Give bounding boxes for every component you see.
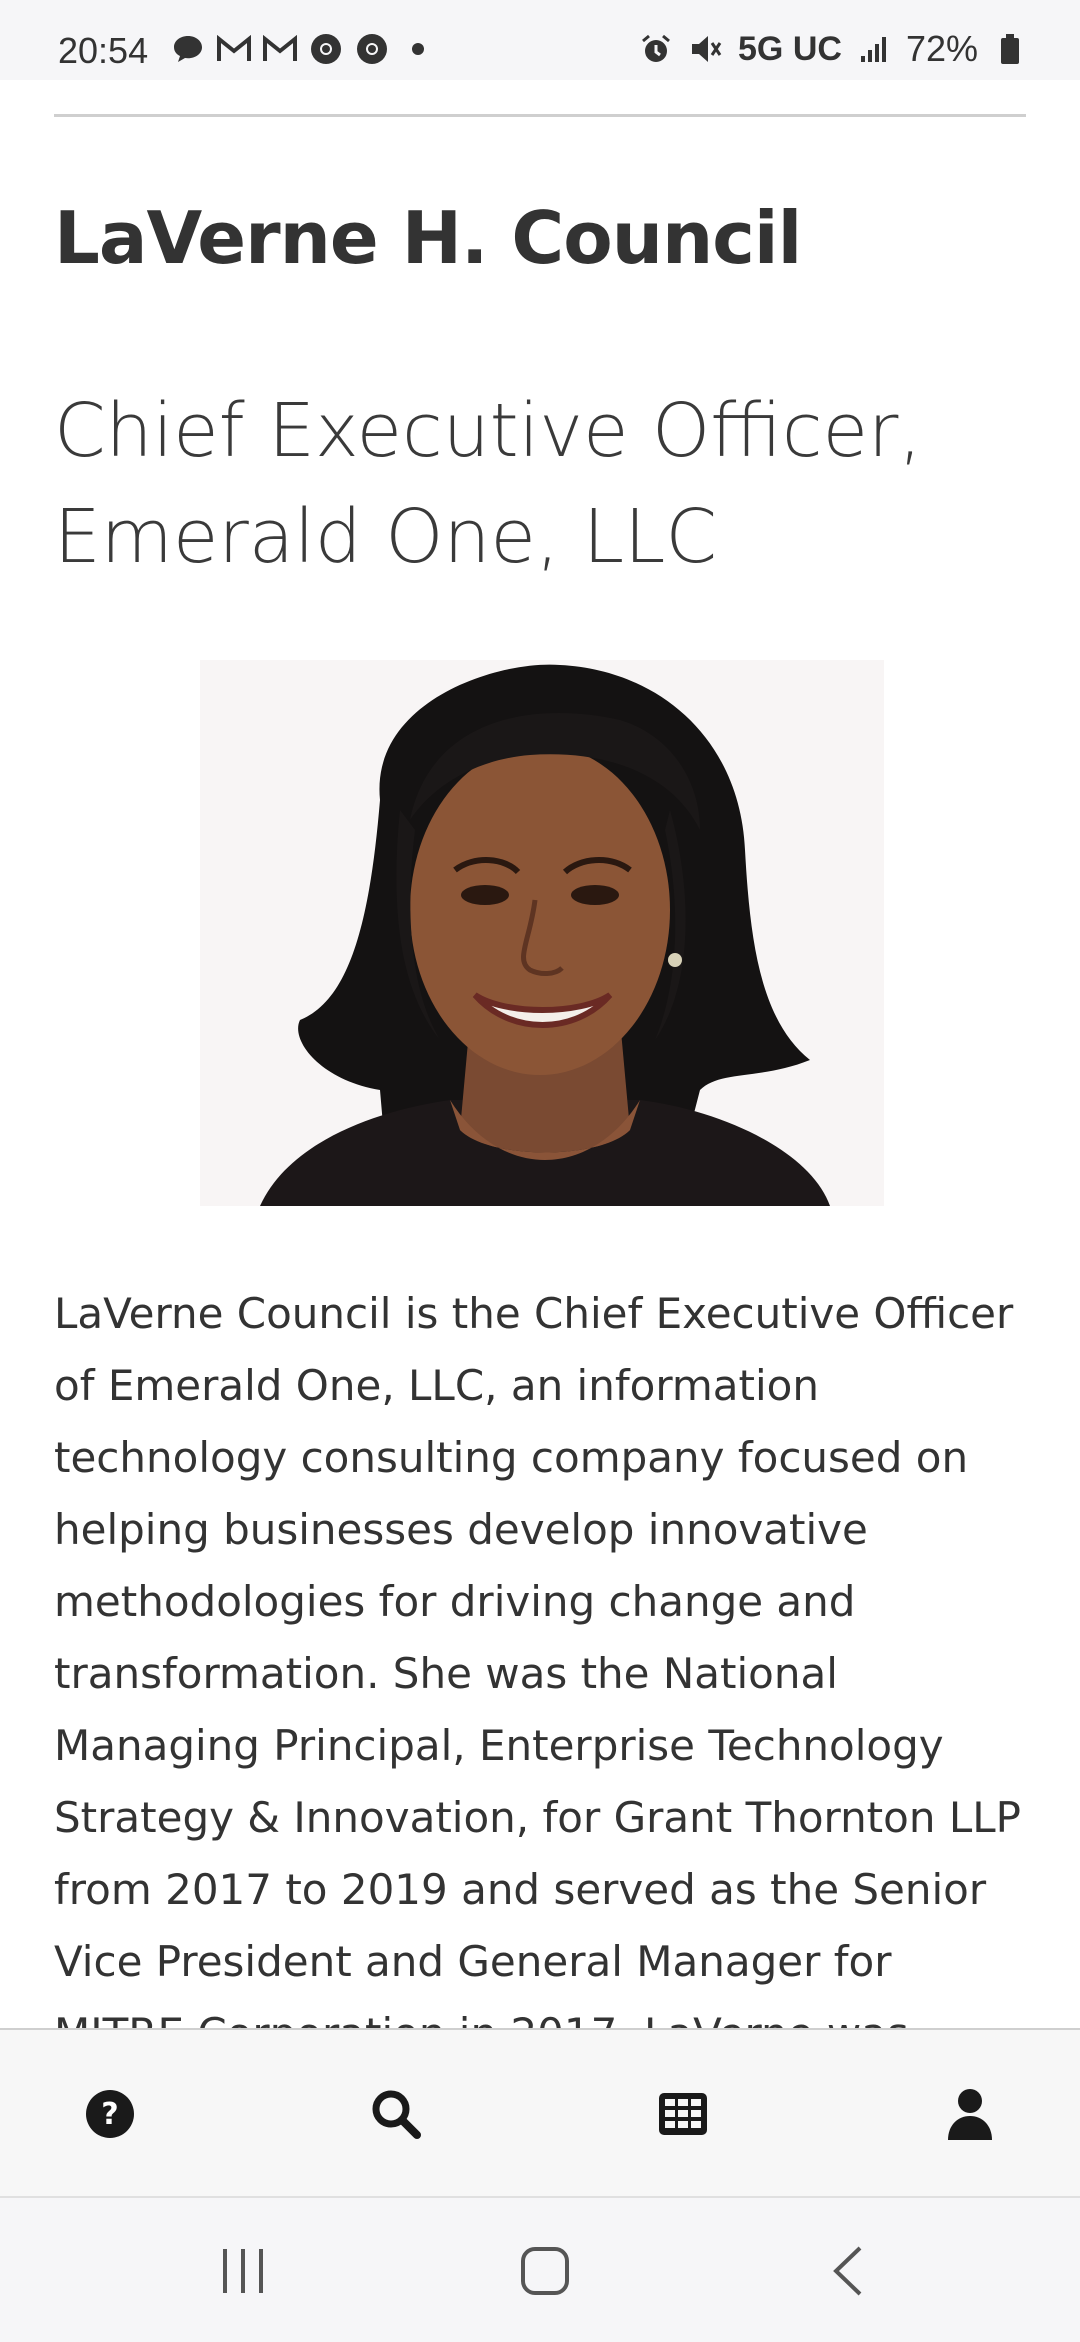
mute-icon bbox=[688, 31, 724, 67]
role-title: Chief Executive Officer, bbox=[54, 388, 922, 474]
help-button[interactable]: ? bbox=[70, 2076, 150, 2156]
search-button[interactable] bbox=[356, 2076, 436, 2156]
network-type: 5G UC bbox=[738, 29, 842, 68]
back-button[interactable] bbox=[808, 2238, 888, 2308]
home-button[interactable] bbox=[505, 2238, 585, 2308]
profile-photo bbox=[200, 660, 884, 1206]
chat-icon bbox=[170, 31, 206, 67]
bottom-app-nav: ? bbox=[0, 2028, 1080, 2196]
role-company: Emerald One, LLC bbox=[54, 494, 718, 580]
grid-icon bbox=[657, 2091, 709, 2142]
battery-percent: 72% bbox=[905, 28, 978, 69]
help-icon: ? bbox=[85, 2089, 135, 2144]
signal-icon bbox=[856, 31, 892, 67]
chrome-icon bbox=[354, 31, 390, 67]
notification-icons bbox=[170, 31, 436, 67]
back-icon bbox=[830, 2245, 866, 2302]
status-right: 5G UC 72% bbox=[638, 28, 1028, 70]
search-icon bbox=[370, 2088, 422, 2145]
grid-button[interactable] bbox=[643, 2076, 723, 2156]
gmail-icon bbox=[216, 31, 252, 67]
gmail-icon bbox=[262, 31, 298, 67]
profile-name: LaVerne H. Council bbox=[54, 196, 802, 280]
system-nav-bar bbox=[0, 2196, 1080, 2342]
recents-button[interactable] bbox=[203, 2238, 283, 2308]
profile-button[interactable] bbox=[930, 2076, 1010, 2156]
alarm-icon bbox=[638, 31, 674, 67]
status-bar: 20:54 5G UC 72% bbox=[0, 0, 1080, 80]
header-divider bbox=[54, 114, 1026, 117]
status-time: 20:54 bbox=[58, 30, 149, 71]
svg-text:?: ? bbox=[101, 2097, 118, 2132]
dot-icon bbox=[400, 31, 436, 67]
recents-icon bbox=[218, 2247, 268, 2300]
profile-icon bbox=[947, 2088, 993, 2145]
battery-icon bbox=[992, 31, 1028, 67]
home-icon bbox=[520, 2246, 570, 2301]
profile-role: Chief Executive Officer, Emerald One, LL… bbox=[54, 378, 1026, 590]
chrome-icon bbox=[308, 31, 344, 67]
